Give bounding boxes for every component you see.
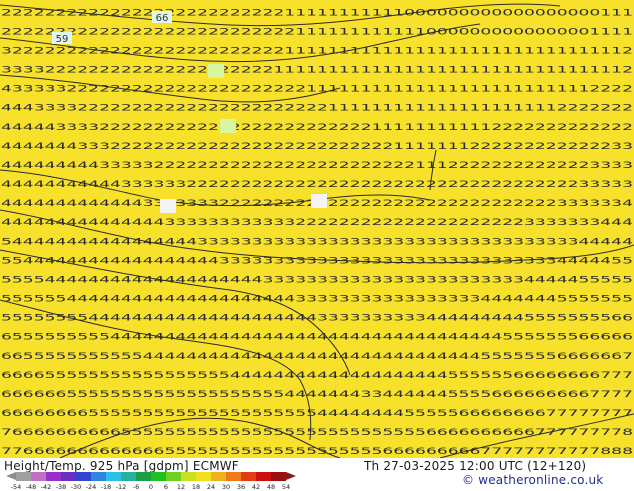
grid-value-row: 2222222222222222222222222211111111111000… (1, 8, 633, 18)
scale-cell (256, 472, 271, 481)
scale-cell (241, 472, 256, 481)
scale-cell (106, 472, 121, 481)
scale-cell (121, 472, 136, 481)
grid-value-row: 4444444443333322222222222222222222222211… (1, 161, 633, 171)
scale-cell (136, 472, 151, 481)
grid-value-row: 6655555555555444444444444444444444444444… (1, 352, 633, 362)
grid-value-row: 6666665555555555555555555544444443344444… (1, 390, 633, 400)
scale-cell (151, 472, 166, 481)
scale-cell (181, 472, 196, 481)
scale-cell (226, 472, 241, 481)
weather-map: 2222222222222222222222222211111111111000… (0, 0, 634, 458)
scale-cell (91, 472, 106, 481)
grid-values-layer: 2222222222222222222222222211111111111000… (1, 8, 633, 457)
credit-link[interactable]: © weatheronline.co.uk (462, 473, 603, 487)
station-marker (208, 64, 224, 78)
scale-cell (166, 472, 181, 481)
map-canvas: 2222222222222222222222222211111111111000… (0, 3, 634, 458)
contour-label-text: 59 (56, 34, 69, 45)
grid-value-row: 3333222222222222222222222111111111111111… (1, 66, 633, 76)
scale-arrow-right (286, 472, 296, 480)
contour-label-text: 66 (156, 13, 169, 24)
scale-cell (16, 472, 31, 481)
grid-value-row: 7666666666655555555555555555555555555556… (1, 428, 633, 438)
grid-value-row: 5555555544444444444444444444433333333334… (1, 314, 633, 324)
station-marker (311, 194, 327, 208)
grid-value-row: 4443333222222222222222222222221111111111… (1, 104, 633, 114)
scale-bar (16, 472, 286, 481)
scale-cell (31, 472, 46, 481)
scale-cell (271, 472, 286, 481)
contour-label-59: 59 (52, 32, 72, 45)
grid-value-row: 5555554444444444444444444443333333333333… (1, 295, 633, 305)
scale-cell (76, 472, 91, 481)
scale-cell (46, 472, 61, 481)
grid-value-row: 4444433332222222222222222222222222111111… (1, 123, 633, 133)
scale-cell (211, 472, 226, 481)
color-scale: -54 -48 -42 -38 -30 -24 -18 -12 -6 0 6 12 18 24 30 36 42… (6, 472, 306, 491)
scale-cell (61, 472, 76, 481)
grid-value-row: 3222222222222222222222222211111111111111… (1, 46, 633, 56)
map-title: Height/Temp. 925 hPa [gdpm] ECMWF (4, 459, 239, 473)
grid-value-row: 6666555555555555555554444444444444444444… (1, 371, 633, 381)
grid-value-row: 4444444444433333322222222222222222222222… (1, 180, 633, 190)
grid-value-row: 6666666655555555555555555555544444444555… (1, 409, 633, 419)
grid-value-row: 5544444444444444444433333333333333333333… (1, 256, 633, 266)
grid-value-row: 4444444444444443333333333332222222222222… (1, 218, 633, 228)
grid-value-row: 4444444333222222222222222222222222221111… (1, 142, 633, 152)
grid-value-row: 5444444444444444443333333333333333333333… (1, 237, 633, 247)
grid-value-row: 6555555555444444444444444444444444444444… (1, 333, 633, 343)
grid-value-row: 5555444444444444444444443333333333333333… (1, 275, 633, 285)
scale-cell (196, 472, 211, 481)
station-marker (160, 199, 176, 213)
contour-label-66: 66 (152, 11, 172, 24)
valid-time: Th 27-03-2025 12:00 UTC (12+120) (364, 459, 587, 473)
grid-value-row: 2222222222222222222222222221111111111110… (1, 27, 633, 37)
station-marker (220, 119, 236, 133)
grid-value-row: 4333332222222222222222222222111111111111… (1, 85, 633, 95)
scale-arrow-left (6, 472, 16, 480)
